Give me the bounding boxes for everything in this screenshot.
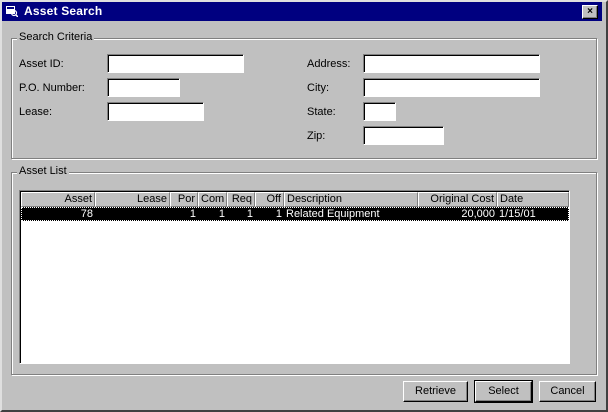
asset-id-label: Asset ID:	[19, 58, 64, 70]
asset-id-input[interactable]	[107, 54, 244, 73]
column-header-lease[interactable]: Lease	[95, 192, 170, 207]
cancel-button[interactable]: Cancel	[539, 381, 596, 402]
asset-list-label: Asset List	[17, 165, 69, 177]
address-label: Address:	[307, 58, 351, 70]
city-input[interactable]	[363, 78, 540, 97]
cancel-button-label: Cancel	[550, 385, 585, 397]
cell-req: 1	[246, 208, 253, 220]
city-label: City:	[307, 82, 329, 94]
column-header-description[interactable]: Description	[284, 192, 418, 207]
column-header-asset[interactable]: Asset	[21, 192, 95, 207]
column-header-por[interactable]: Por	[170, 192, 198, 207]
column-header-original-cost[interactable]: Original Cost	[418, 192, 497, 207]
close-button[interactable]: ×	[582, 5, 598, 19]
lease-input[interactable]	[107, 102, 204, 121]
table-row[interactable]: 78 1 1 1 1 Related Equipment 20,000 1/15…	[21, 207, 569, 221]
po-number-label: P.O. Number:	[19, 82, 85, 94]
window-title: Asset Search	[24, 4, 103, 18]
cell-com: 1	[218, 208, 225, 220]
cell-description: Related Equipment	[286, 208, 380, 220]
zip-input[interactable]	[363, 126, 444, 145]
column-header-req[interactable]: Req	[227, 192, 255, 207]
po-number-input[interactable]	[107, 78, 180, 97]
zip-label: Zip:	[307, 130, 326, 142]
cell-lease	[95, 207, 170, 221]
close-icon: ×	[587, 6, 593, 17]
app-icon	[6, 6, 18, 17]
cell-asset: 78	[80, 208, 93, 220]
retrieve-button[interactable]: Retrieve	[403, 381, 468, 402]
state-input[interactable]	[363, 102, 396, 121]
cell-date: 1/15/01	[499, 208, 536, 220]
column-header-off[interactable]: Off	[255, 192, 284, 207]
retrieve-button-label: Retrieve	[415, 385, 456, 397]
title-bar[interactable]: Asset Search ×	[2, 2, 602, 21]
state-label: State:	[307, 106, 336, 118]
column-header-com[interactable]: Com	[198, 192, 227, 207]
lease-label: Lease:	[19, 106, 53, 118]
select-button-label: Select	[488, 385, 519, 397]
cell-original-cost: 20,000	[461, 208, 495, 220]
search-criteria-label: Search Criteria	[17, 31, 95, 43]
address-input[interactable]	[363, 54, 540, 73]
cell-por: 1	[189, 208, 196, 220]
asset-list-view[interactable]: Asset Lease Por Com Req Off Description …	[19, 190, 570, 364]
cell-off: 1	[275, 208, 282, 220]
select-button[interactable]: Select	[474, 380, 533, 403]
column-header-date[interactable]: Date	[497, 192, 569, 207]
